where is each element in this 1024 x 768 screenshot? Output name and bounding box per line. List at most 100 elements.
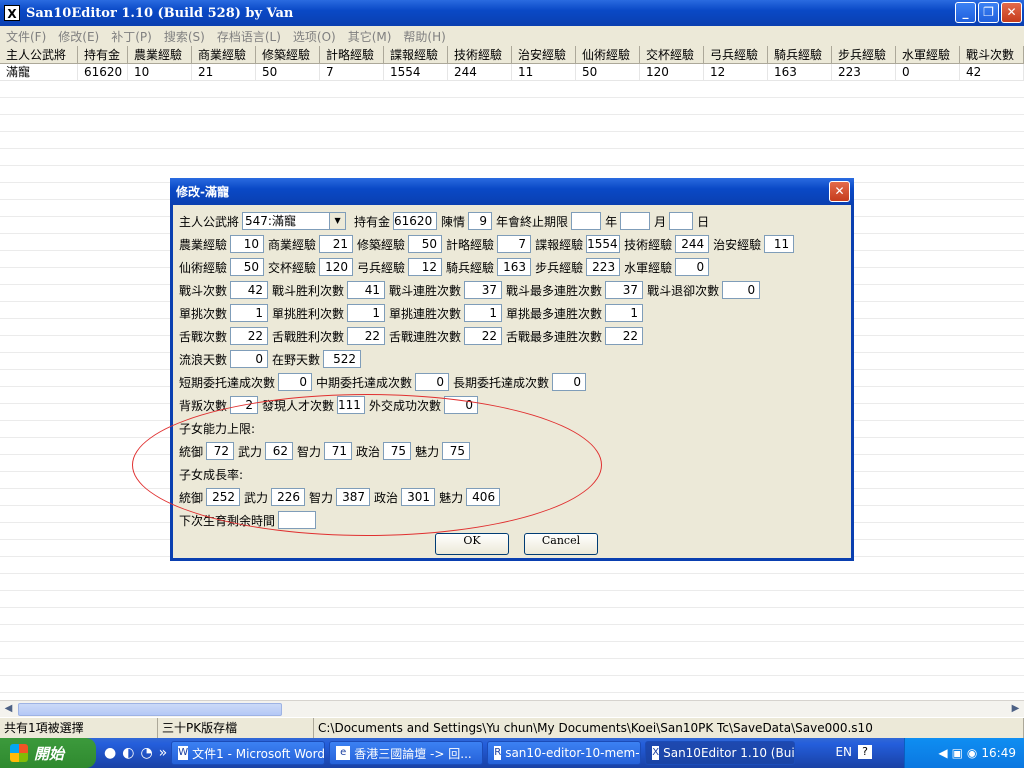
tray-arrow-icon[interactable]: ◀ [938, 746, 947, 760]
field-input[interactable]: 120 [319, 258, 354, 276]
field-input[interactable]: 111 [337, 396, 366, 414]
field-input[interactable]: 1 [230, 304, 269, 322]
horizontal-scrollbar[interactable]: ◀ ▶ [0, 700, 1024, 717]
grid-column-header[interactable]: 仙術經驗 [576, 46, 640, 63]
taskbar-item-forum[interactable]: e 香港三國論壇 -> 回... [329, 741, 484, 765]
menu-patch[interactable]: 补丁(P) [105, 28, 158, 45]
field-input[interactable]: 42 [230, 281, 269, 299]
field-input[interactable]: 1554 [586, 235, 621, 253]
grid-column-header[interactable]: 水軍經驗 [896, 46, 960, 63]
grid-column-header[interactable]: 步兵經驗 [832, 46, 896, 63]
field-input[interactable]: 12 [408, 258, 443, 276]
grid-column-header[interactable]: 技術經驗 [448, 46, 512, 63]
field-input[interactable]: 163 [497, 258, 532, 276]
field-input[interactable]: 0 [230, 350, 269, 368]
menu-search[interactable]: 搜索(S) [158, 28, 211, 45]
field-input[interactable] [278, 511, 317, 529]
field-input[interactable]: 226 [271, 488, 306, 506]
taskbar-item-archive[interactable]: R san10-editor-10-mem-... [487, 741, 642, 765]
table-row[interactable]: 滿寵61620102150715542441150120121632230424 [0, 64, 1024, 81]
grid-column-header[interactable]: 主人公武將 [0, 46, 78, 63]
menu-save-language[interactable]: 存档语言(L) [211, 28, 287, 45]
taskbar-item-word[interactable]: W 文件1 - Microsoft Word [171, 741, 326, 765]
field-input[interactable]: 1 [347, 304, 386, 322]
field-input[interactable]: 0 [444, 396, 479, 414]
language-indicator[interactable]: EN [835, 745, 852, 759]
field-input[interactable]: 10 [230, 235, 265, 253]
grid-column-header[interactable]: 商業經驗 [192, 46, 256, 63]
field-input[interactable]: 1 [605, 304, 644, 322]
field-input[interactable]: 37 [464, 281, 503, 299]
field-input[interactable]: 0 [415, 373, 450, 391]
field-input[interactable]: 244 [675, 235, 710, 253]
year-field[interactable] [571, 212, 602, 230]
general-select[interactable]: 547:滿寵 ▼ [242, 212, 347, 230]
volume-icon[interactable]: ◉ [967, 746, 977, 760]
field-input[interactable]: 387 [336, 488, 371, 506]
field-input[interactable]: 1 [464, 304, 503, 322]
field-input[interactable]: 522 [323, 350, 362, 368]
cancel-button[interactable]: Cancel [524, 533, 598, 555]
chevron-down-icon[interactable]: ▼ [329, 213, 346, 229]
grid-column-header[interactable]: 騎兵經驗 [768, 46, 832, 63]
field-input[interactable]: 7 [497, 235, 532, 253]
start-button[interactable]: 開始 [0, 738, 96, 768]
close-icon[interactable]: ✕ [1001, 2, 1022, 23]
field-input[interactable]: 21 [319, 235, 354, 253]
field-input[interactable]: 75 [383, 442, 412, 460]
minimize-icon[interactable]: _ [955, 2, 976, 23]
field-input[interactable]: 22 [605, 327, 644, 345]
field-input[interactable]: 301 [401, 488, 436, 506]
network-icon[interactable]: ▣ [952, 746, 963, 760]
field-input[interactable]: 72 [206, 442, 235, 460]
menu-help[interactable]: 帮助(H) [397, 28, 451, 45]
field-input[interactable]: 22 [230, 327, 269, 345]
scroll-right-icon[interactable]: ▶ [1007, 701, 1024, 717]
field-input[interactable]: 11 [764, 235, 795, 253]
grid-column-header[interactable]: 持有金 [78, 46, 128, 63]
grid-column-header[interactable]: 戰斗次數 [960, 46, 1024, 63]
field-input[interactable]: 252 [206, 488, 241, 506]
field-input[interactable]: 0 [722, 281, 761, 299]
help-icon[interactable]: ? [858, 745, 872, 759]
taskbar-item-san10editor[interactable]: X San10Editor 1.10 (Bui... [645, 741, 796, 765]
field-input[interactable]: 41 [347, 281, 386, 299]
field-input[interactable]: 0 [278, 373, 313, 391]
grid-column-header[interactable]: 農業經驗 [128, 46, 192, 63]
field-input[interactable]: 22 [464, 327, 503, 345]
menu-options[interactable]: 选项(O) [287, 28, 342, 45]
quicklaunch-media-icon[interactable]: ● [104, 745, 116, 761]
menu-other[interactable]: 其它(M) [342, 28, 398, 45]
scroll-thumb[interactable] [18, 703, 282, 716]
field-input[interactable]: 50 [230, 258, 265, 276]
grid-column-header[interactable]: 諜報經驗 [384, 46, 448, 63]
grid-column-header[interactable]: 治安經驗 [512, 46, 576, 63]
menu-file[interactable]: 文件(F) [0, 28, 52, 45]
field-input[interactable]: 406 [466, 488, 501, 506]
gold-field[interactable]: 61620 [393, 212, 438, 230]
field-input[interactable]: 223 [586, 258, 621, 276]
dialog-titlebar[interactable]: 修改-滿寵 ✕ [170, 178, 854, 205]
scroll-left-icon[interactable]: ◀ [0, 701, 17, 717]
field-input[interactable]: 37 [605, 281, 644, 299]
field-input[interactable]: 0 [552, 373, 587, 391]
language-bar[interactable]: EN ? [835, 745, 872, 759]
field-input[interactable]: 75 [442, 442, 471, 460]
ok-button[interactable]: OK [435, 533, 509, 555]
quicklaunch-browser-icon[interactable]: ◐ [122, 745, 134, 761]
dialog-close-icon[interactable]: ✕ [829, 181, 850, 202]
field-input[interactable]: 22 [347, 327, 386, 345]
month-field[interactable] [620, 212, 651, 230]
field-input[interactable]: 50 [408, 235, 443, 253]
rank-field[interactable]: 9 [468, 212, 493, 230]
grid-column-header[interactable]: 交杯經驗 [640, 46, 704, 63]
field-input[interactable]: 2 [230, 396, 259, 414]
field-input[interactable]: 71 [324, 442, 353, 460]
day-field[interactable] [669, 212, 694, 230]
field-input[interactable]: 62 [265, 442, 294, 460]
quicklaunch-more-icon[interactable]: » [159, 745, 168, 761]
grid-column-header[interactable]: 修築經驗 [256, 46, 320, 63]
menu-edit[interactable]: 修改(E) [52, 28, 105, 45]
grid-column-header[interactable]: 弓兵經驗 [704, 46, 768, 63]
quicklaunch-messenger-icon[interactable]: ◔ [140, 745, 152, 761]
